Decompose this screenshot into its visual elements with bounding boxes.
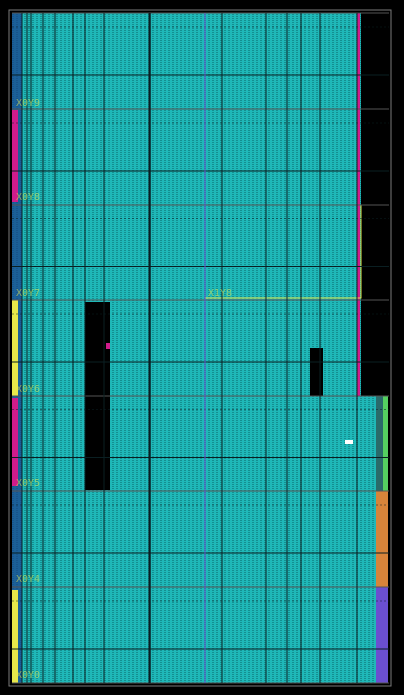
io-bank-magenta-2 (12, 398, 18, 486)
io-bank-green (383, 396, 388, 491)
marker-white (345, 440, 353, 444)
io-bank-orange (376, 491, 388, 587)
clock-region-label: X0Y0 (16, 670, 40, 681)
clock-region-label: X0Y9 (16, 98, 40, 109)
ram-block-right[interactable] (310, 348, 323, 396)
fabric-region-lower (12, 396, 387, 683)
device-canvas[interactable]: X0Y9 X0Y8 X0Y7 X1Y8 X0Y6 X0Y5 X0Y4 X0Y0 (0, 0, 404, 695)
io-bank-magenta (12, 110, 18, 202)
clock-region-label: X0Y5 (16, 478, 40, 489)
clock-region-label: X0Y8 (16, 192, 40, 203)
device-view[interactable]: X0Y9 X0Y8 X0Y7 X1Y8 X0Y6 X0Y5 X0Y4 X0Y0 (0, 0, 404, 695)
clock-region-label: X1Y8 (208, 288, 232, 299)
clock-region-label: X0Y6 (16, 384, 40, 395)
io-bank-yellow (12, 300, 18, 396)
clock-region-label: X0Y4 (16, 574, 40, 585)
marker-magenta (106, 343, 110, 349)
io-bank-violet (376, 587, 388, 683)
clock-region-label: X0Y7 (16, 288, 40, 299)
